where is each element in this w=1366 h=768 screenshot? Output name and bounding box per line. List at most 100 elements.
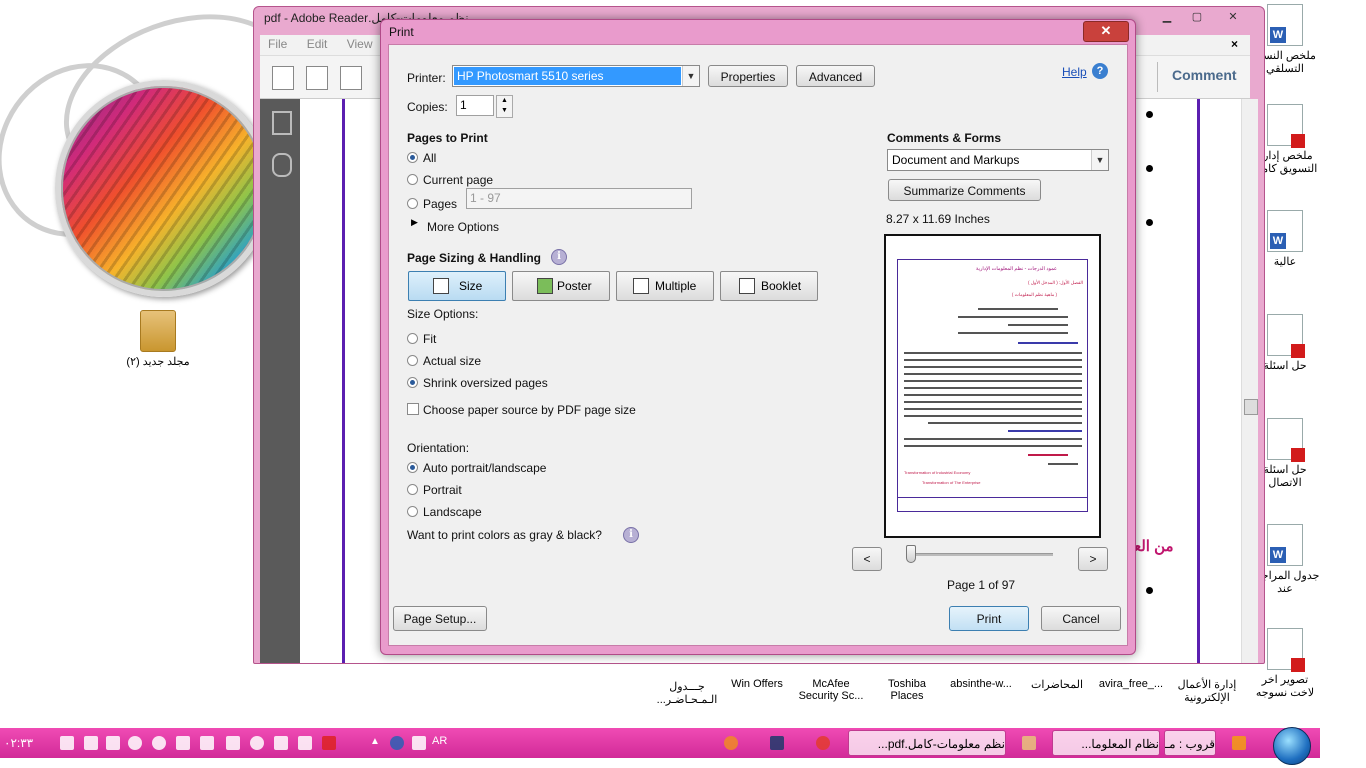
help-link[interactable]: Help (1062, 65, 1087, 79)
maximize-button[interactable]: ▢ (1184, 9, 1210, 25)
settings-icon[interactable] (298, 736, 312, 750)
printer-select[interactable]: HP Photosmart 5510 series ▼ (452, 65, 700, 87)
document-scrollbar[interactable] (1241, 99, 1258, 663)
security-icon[interactable] (176, 736, 190, 750)
photoshop-taskbar-icon[interactable] (770, 736, 784, 750)
firefox-taskbar-icon[interactable] (724, 736, 738, 750)
properties-button[interactable]: Properties (708, 65, 788, 87)
desktop-folder[interactable]: مجلد جديد (٢) (123, 310, 193, 368)
comments-forms-value: Document and Markups (892, 153, 1020, 167)
dialog-client-area: Printer: HP Photosmart 5510 series ▼ Pro… (388, 44, 1128, 646)
dialog-title: Print (389, 25, 414, 39)
radio-auto-orientation[interactable] (407, 462, 418, 473)
copies-stepper[interactable]: ▲ ▼ (496, 95, 513, 118)
minimize-button[interactable]: ▁ (1154, 9, 1180, 25)
menu-view[interactable]: View (339, 35, 381, 53)
radio-shrink-oversized[interactable] (407, 377, 418, 388)
preview-text-line (904, 352, 1082, 354)
radio-portrait-label: Portrait (423, 483, 462, 497)
edit-pdf-icon[interactable] (340, 66, 362, 90)
print-preview: عمود الدرجات - نظم المعلومات الإدارية ال… (884, 234, 1101, 538)
show-hidden-icons[interactable]: ▲ (370, 736, 380, 747)
preview-text-line (1008, 430, 1082, 432)
color-icon[interactable] (128, 736, 142, 750)
print-button[interactable]: Print (949, 606, 1029, 631)
radio-shrink-oversized-label: Shrink oversized pages (423, 376, 548, 390)
taskbar-button-word[interactable]: نظام المعلوما... (1052, 730, 1160, 756)
summarize-comments-button[interactable]: Summarize Comments (888, 179, 1041, 201)
desktop-shortcut[interactable]: avira_free_... (1096, 678, 1166, 690)
info-icon[interactable]: i (551, 249, 567, 265)
language-indicator[interactable]: AR (432, 735, 447, 747)
flag-icon[interactable] (226, 736, 240, 750)
tab-poster[interactable]: Poster (512, 271, 610, 301)
page-slider-track[interactable] (909, 553, 1053, 556)
desktop-shortcut[interactable]: Toshiba Places (872, 678, 942, 702)
signal-icon[interactable] (106, 736, 120, 750)
menu-file[interactable]: File (260, 35, 295, 53)
desktop-shortcut[interactable]: Win Offers (722, 678, 792, 690)
network-icon[interactable] (84, 736, 98, 750)
pages-range-input[interactable]: 1 - 97 (466, 188, 692, 209)
page-slider-thumb[interactable] (906, 545, 916, 563)
help-tray-icon[interactable] (390, 736, 404, 750)
battery-icon[interactable] (60, 736, 74, 750)
window-close-button[interactable]: ✕ (1220, 9, 1246, 25)
preview-text-line (904, 359, 1082, 361)
desktop-shortcut[interactable]: جـــدول الـمـحـاضـر... (652, 680, 722, 706)
expand-triangle-icon[interactable]: ▶ (411, 217, 418, 228)
keyboard-icon[interactable] (412, 736, 426, 750)
display-icon[interactable] (200, 736, 214, 750)
taskbar-button-ie[interactable]: قروب : مـادة نظم المعلوما... (1164, 730, 1216, 756)
radio-pages[interactable] (407, 198, 418, 209)
preview-text-line (1028, 454, 1068, 456)
preview-text-line (904, 380, 1082, 382)
export-pdf-icon[interactable] (306, 66, 328, 90)
bluetooth-icon[interactable] (274, 736, 288, 750)
preview-text-line (904, 415, 1082, 417)
radio-all[interactable] (407, 152, 418, 163)
cancel-button[interactable]: Cancel (1041, 606, 1121, 631)
copies-input[interactable]: 1 (456, 95, 494, 116)
inner-close-icon[interactable]: × (1223, 35, 1246, 53)
page-indicator: Page 1 of 97 (947, 578, 1016, 592)
desktop-shortcut[interactable]: المحاضرات (1022, 678, 1092, 691)
tab-multiple[interactable]: Multiple (616, 271, 714, 301)
advanced-button[interactable]: Advanced (796, 65, 875, 87)
comment-tab[interactable]: Comment (1172, 67, 1237, 83)
start-button[interactable] (1273, 727, 1311, 765)
chrome-taskbar-icon[interactable] (816, 736, 830, 750)
tab-size[interactable]: Size (408, 271, 506, 301)
media-player-taskbar-icon[interactable] (1232, 736, 1246, 750)
create-pdf-icon[interactable] (272, 66, 294, 90)
acrobat-tray-icon[interactable] (322, 736, 336, 750)
scroll-thumb[interactable] (1244, 399, 1258, 415)
clock[interactable]: ٠٢:٣٣ (4, 736, 33, 750)
tab-booklet[interactable]: Booklet (720, 271, 818, 301)
dialog-close-button[interactable]: ✕ (1083, 21, 1129, 42)
desktop-shortcut[interactable]: McAfee Security Sc... (796, 678, 866, 702)
disc-icon[interactable] (152, 736, 166, 750)
more-options-link[interactable]: More Options (427, 220, 499, 234)
pages-panel-icon[interactable] (272, 111, 292, 135)
paper-source-checkbox[interactable] (407, 403, 419, 415)
page-setup-button[interactable]: Page Setup... (393, 606, 487, 631)
radio-landscape[interactable] (407, 506, 418, 517)
radio-actual-size[interactable] (407, 355, 418, 366)
sync-icon[interactable] (250, 736, 264, 750)
next-page-button[interactable]: > (1078, 547, 1108, 571)
help-icon[interactable]: ? (1092, 63, 1108, 79)
menu-edit[interactable]: Edit (299, 35, 336, 53)
info-icon[interactable]: i (623, 527, 639, 543)
radio-fit[interactable] (407, 333, 418, 344)
explorer-taskbar-icon[interactable] (1022, 736, 1036, 750)
radio-portrait[interactable] (407, 484, 418, 495)
radio-current-page[interactable] (407, 174, 418, 185)
desktop-shortcut[interactable]: absinthe-w... (946, 678, 1016, 690)
previous-page-button[interactable]: < (852, 547, 882, 571)
comments-forms-select[interactable]: Document and Markups ▼ (887, 149, 1109, 171)
gray-black-question: Want to print colors as gray & black? (407, 528, 602, 542)
attachments-icon[interactable] (272, 153, 292, 177)
desktop-shortcut[interactable]: إدارة الأعمال الإلكترونية (1172, 678, 1242, 704)
taskbar-button-acrobat[interactable]: نظم معلومات-كامل.pdf... (848, 730, 1006, 756)
